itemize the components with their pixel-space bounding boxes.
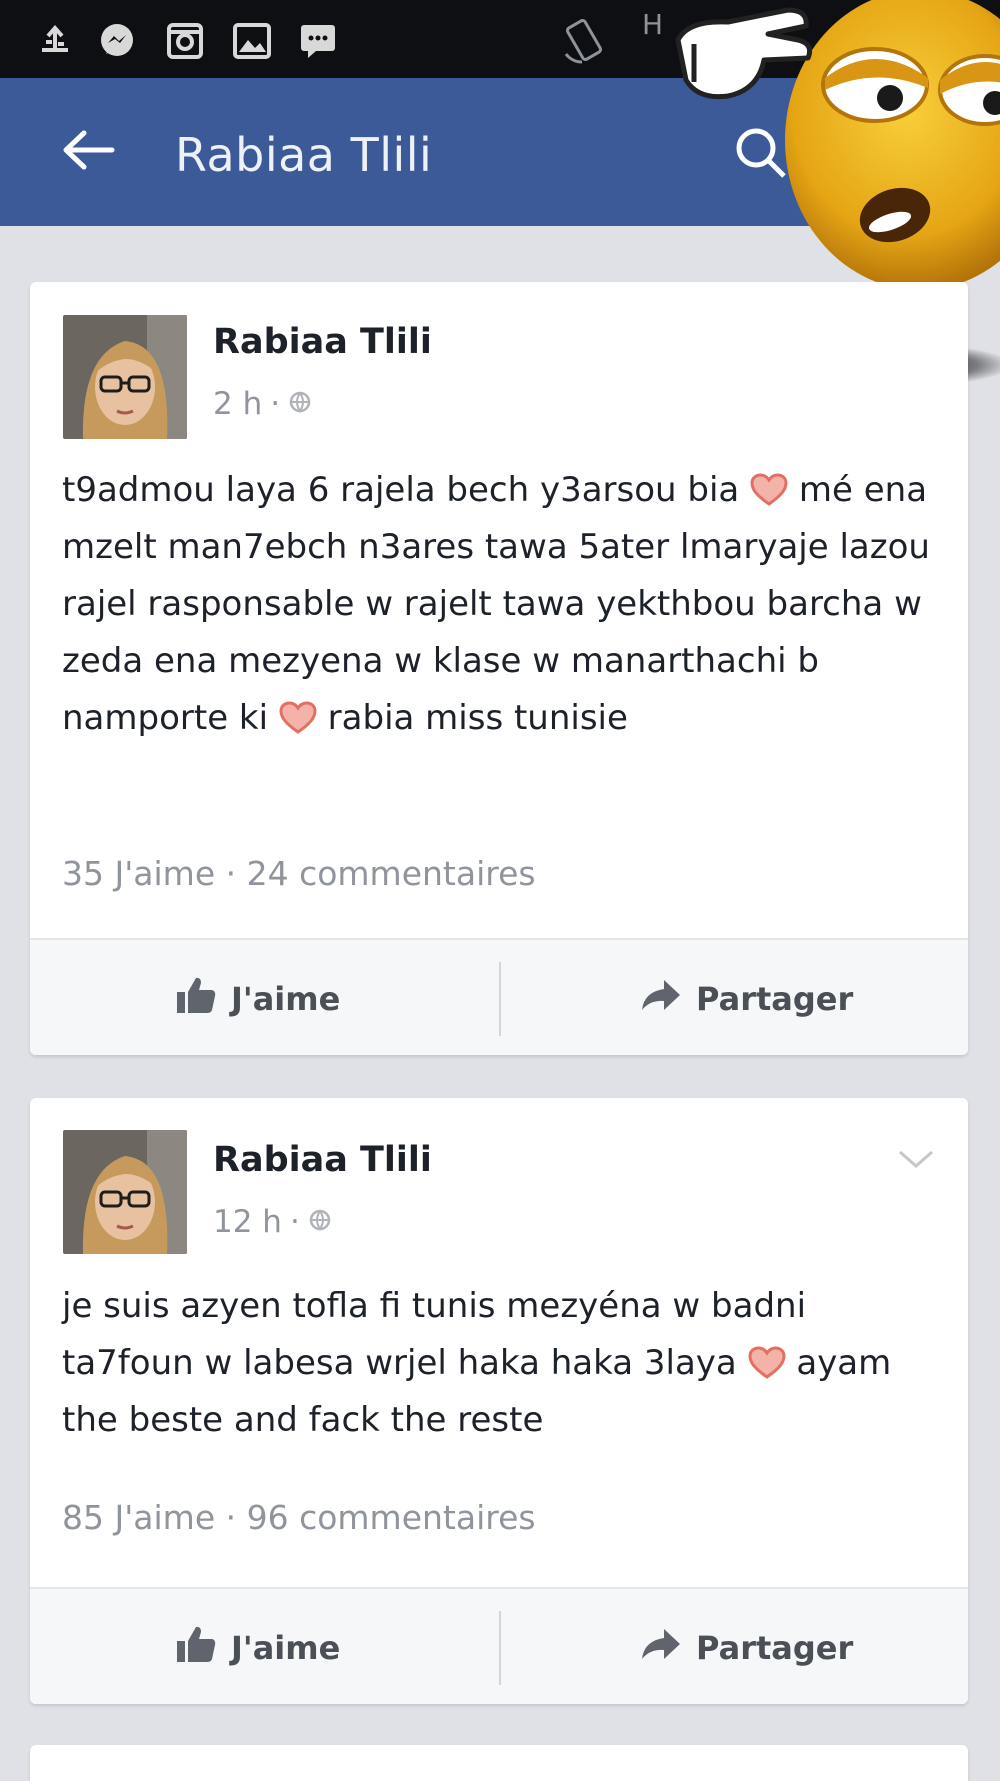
post-author[interactable]: Rabiaa Tlili	[213, 1140, 432, 1180]
post-meta: 12 h ·	[213, 1204, 332, 1240]
post-card: Rabiaa Tlili 2 h · t9admou laya 6 rajela…	[30, 282, 968, 1055]
gallery-icon	[232, 22, 272, 60]
globe-icon	[308, 1204, 332, 1240]
rotate-icon	[560, 16, 610, 64]
back-button[interactable]	[52, 116, 124, 188]
meta-separator: ·	[289, 1204, 300, 1240]
action-bar: J'aime Partager	[30, 1587, 968, 1704]
like-button[interactable]: J'aime	[175, 940, 340, 1057]
post-meta: 2 h ·	[213, 386, 312, 422]
globe-icon	[288, 386, 312, 422]
sms-icon	[298, 22, 338, 60]
share-label: Partager	[696, 1628, 854, 1667]
action-divider	[499, 1611, 501, 1685]
like-button[interactable]: J'aime	[175, 1589, 340, 1706]
heart-emoji-icon	[279, 696, 317, 734]
post-card	[30, 1745, 968, 1781]
post-text: je suis azyen tofla fi tunis mezyéna w b…	[62, 1278, 942, 1449]
post-author[interactable]: Rabiaa Tlili	[213, 322, 432, 362]
post-text-part: rabia miss tunisie	[316, 698, 628, 738]
post-text-part: je suis azyen tofla fi tunis mezyéna w b…	[62, 1286, 807, 1383]
share-button[interactable]: Partager	[640, 1589, 853, 1706]
post-time[interactable]: 2 h	[213, 386, 262, 422]
like-label: J'aime	[231, 979, 341, 1018]
instagram-icon	[166, 22, 204, 60]
avatar[interactable]	[63, 315, 187, 439]
share-label: Partager	[696, 979, 854, 1018]
heart-emoji-icon	[748, 1341, 786, 1379]
reaction-counts[interactable]: 85 J'aime · 96 commentaires	[62, 1498, 536, 1537]
post-text-part: t9admou laya 6 rajela bech y3arsou bia	[62, 470, 751, 510]
post-menu-chevron-icon[interactable]	[896, 1144, 936, 1174]
share-arrow-icon	[640, 978, 682, 1020]
action-bar: J'aime Partager	[30, 938, 968, 1055]
share-arrow-icon	[640, 1627, 682, 1669]
like-label: J'aime	[231, 1628, 341, 1667]
reaction-counts[interactable]: 35 J'aime · 24 commentaires	[62, 854, 536, 893]
action-divider	[499, 962, 501, 1036]
thumbs-up-icon	[175, 975, 217, 1023]
usb-icon	[38, 22, 72, 60]
page-title: Rabiaa Tlili	[175, 128, 433, 182]
post-text: t9admou laya 6 rajela bech y3arsou bia m…	[62, 462, 942, 747]
back-arrow-icon	[60, 129, 116, 175]
post-time[interactable]: 12 h	[213, 1204, 282, 1240]
meta-separator: ·	[270, 386, 281, 422]
post-card: Rabiaa Tlili 12 h · je suis azyen tofla …	[30, 1098, 968, 1704]
thumbs-up-icon	[175, 1624, 217, 1672]
carrier-text: H	[642, 8, 664, 41]
share-button[interactable]: Partager	[640, 940, 853, 1057]
heart-emoji-icon	[750, 468, 788, 506]
messenger-icon	[98, 22, 136, 60]
avatar[interactable]	[63, 1130, 187, 1254]
hand-icon	[668, 0, 818, 110]
